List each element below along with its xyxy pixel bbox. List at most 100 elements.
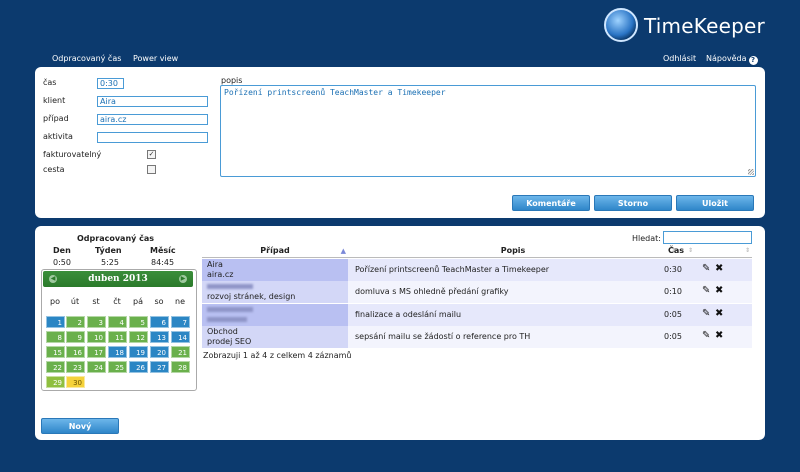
billable-checkbox[interactable]: ✓ — [147, 150, 156, 159]
calendar-day[interactable]: 22 — [46, 361, 65, 373]
calendar-day[interactable]: 17 — [87, 346, 106, 358]
calendar-day[interactable]: 8 — [46, 331, 65, 343]
calendar-day[interactable]: 30 — [66, 376, 85, 388]
edit-icon[interactable]: ✎ — [702, 263, 710, 274]
calendar-day[interactable]: 12 — [129, 331, 148, 343]
nav-worked-time[interactable]: Odpracovaný čas — [52, 54, 121, 63]
case-cell — [202, 304, 348, 326]
calendar-day[interactable]: 10 — [87, 331, 106, 343]
delete-icon[interactable]: ✖ — [715, 285, 723, 296]
weekday-header: st — [92, 297, 100, 306]
time-cell: 0:10 — [664, 287, 682, 296]
column-header-description[interactable]: Popis ⇕ — [348, 245, 678, 258]
calendar-day[interactable]: 13 — [150, 331, 169, 343]
month-value: 84:45 — [151, 258, 175, 267]
calendar-day[interactable]: 29 — [46, 376, 65, 388]
calendar-day[interactable]: 7 — [171, 316, 190, 328]
next-month-icon[interactable]: ▶ — [179, 275, 187, 283]
billable-label: fakturovatelný — [43, 150, 102, 159]
calendar-day[interactable]: 1 — [46, 316, 65, 328]
time-label: čas — [43, 78, 57, 87]
delete-icon[interactable]: ✖ — [715, 263, 723, 274]
edit-icon[interactable]: ✎ — [702, 285, 710, 296]
client-input[interactable]: Aira — [97, 96, 208, 107]
edit-icon[interactable]: ✎ — [702, 308, 710, 319]
table-row[interactable]: Obchod prodej SEO sepsání mailu se žádostí… — [202, 326, 752, 348]
case-project: rozvoj stránek, design — [207, 292, 296, 301]
description-textarea[interactable]: Pořízení printscreenů TeachMaster a Time… — [220, 85, 756, 177]
nav-help-label: Nápověda — [706, 54, 747, 63]
weekday-header: ne — [175, 297, 185, 306]
description-cell: Pořízení printscreenů TeachMaster a Time… — [355, 265, 550, 274]
case-project: aira.cz — [207, 270, 234, 279]
table-row[interactable]: Aira aira.cz Pořízení printscreenů TeachMa… — [202, 259, 752, 281]
calendar-day[interactable]: 18 — [108, 346, 127, 358]
calendar-day[interactable]: 27 — [150, 361, 169, 373]
description-cell: finalizace a odeslání mailu — [355, 310, 462, 319]
case-client: Aira — [207, 260, 223, 269]
trip-checkbox[interactable] — [147, 165, 156, 174]
nav-logout[interactable]: Odhlásit — [663, 54, 696, 63]
calendar-day[interactable]: 25 — [108, 361, 127, 373]
column-header-case-label: Případ — [260, 246, 290, 255]
case-cell: Aira aira.cz — [202, 259, 348, 281]
delete-icon[interactable]: ✖ — [715, 330, 723, 341]
calendar-day[interactable]: 15 — [46, 346, 65, 358]
nav-help[interactable]: Nápověda? — [706, 54, 758, 65]
table-row[interactable]: rozvoj stránek, design domluva s MS ohled… — [202, 281, 752, 303]
case-client — [207, 284, 253, 289]
description-cell: domluva s MS ohledně předání grafiky — [355, 287, 509, 296]
calendar-day[interactable]: 19 — [129, 346, 148, 358]
calendar-day[interactable]: 9 — [66, 331, 85, 343]
timekeeper-logo-icon — [604, 8, 638, 42]
calendar-day[interactable]: 16 — [66, 346, 85, 358]
delete-icon[interactable]: ✖ — [715, 308, 723, 319]
table-footer-info: Zobrazuji 1 až 4 z celkem 4 záznamů — [203, 351, 352, 360]
case-input[interactable]: aira.cz — [97, 114, 208, 125]
save-button[interactable]: Uložit — [676, 195, 754, 211]
sort-icon: ⇕ — [688, 247, 694, 254]
case-label: případ — [43, 114, 69, 123]
calendar-day[interactable]: 28 — [171, 361, 190, 373]
time-input[interactable]: 0:30 — [97, 78, 124, 89]
calendar-day[interactable]: 14 — [171, 331, 190, 343]
weekday-header: út — [70, 297, 80, 306]
description-text: Pořízení printscreenů TeachMaster a Time… — [224, 88, 446, 97]
calendar-day[interactable]: 26 — [129, 361, 148, 373]
weekday-header: čt — [113, 297, 121, 306]
calendar-day[interactable]: 3 — [87, 316, 106, 328]
calendar-day[interactable]: 24 — [87, 361, 106, 373]
cancel-button[interactable]: Storno — [594, 195, 672, 211]
edit-icon[interactable]: ✎ — [702, 330, 710, 341]
client-label: klient — [43, 96, 66, 105]
week-label: Týden — [95, 246, 122, 255]
trip-label: cesta — [43, 165, 65, 174]
calendar-day[interactable]: 11 — [108, 331, 127, 343]
day-label: Den — [53, 246, 71, 255]
comments-button[interactable]: Komentáře — [512, 195, 590, 211]
time-cell: 0:05 — [664, 332, 682, 341]
table-row[interactable]: finalizace a odeslání mailu 0:05 ✎ ✖ — [202, 304, 752, 326]
column-header-case[interactable]: Případ ▲ — [202, 245, 348, 258]
description-cell: sepsání mailu se žádostí o reference pro… — [355, 332, 531, 341]
calendar-header: ◀ duben 2013 ▶ — [43, 271, 193, 287]
nav-power-view[interactable]: Power view — [133, 54, 178, 63]
calendar-day[interactable]: 20 — [150, 346, 169, 358]
app-title: TimeKeeper — [644, 14, 765, 38]
search-input[interactable] — [663, 231, 752, 244]
calendar-day[interactable]: 4 — [108, 316, 127, 328]
description-label: popis — [221, 76, 243, 85]
calendar-day[interactable]: 6 — [150, 316, 169, 328]
column-header-time[interactable]: Čas ⇕ ⇕ — [668, 245, 752, 258]
case-project — [207, 317, 247, 322]
worked-time-title: Odpracovaný čas — [77, 234, 155, 243]
calendar-day[interactable]: 23 — [66, 361, 85, 373]
new-button[interactable]: Nový — [41, 418, 119, 434]
weekday-header: pá — [133, 297, 143, 306]
calendar-day[interactable]: 21 — [171, 346, 190, 358]
calendar-day[interactable]: 5 — [129, 316, 148, 328]
resize-grip-icon[interactable] — [748, 169, 754, 175]
calendar-day[interactable]: 2 — [66, 316, 85, 328]
calendar-title: duben 2013 — [88, 274, 148, 284]
activity-input[interactable] — [97, 132, 208, 143]
